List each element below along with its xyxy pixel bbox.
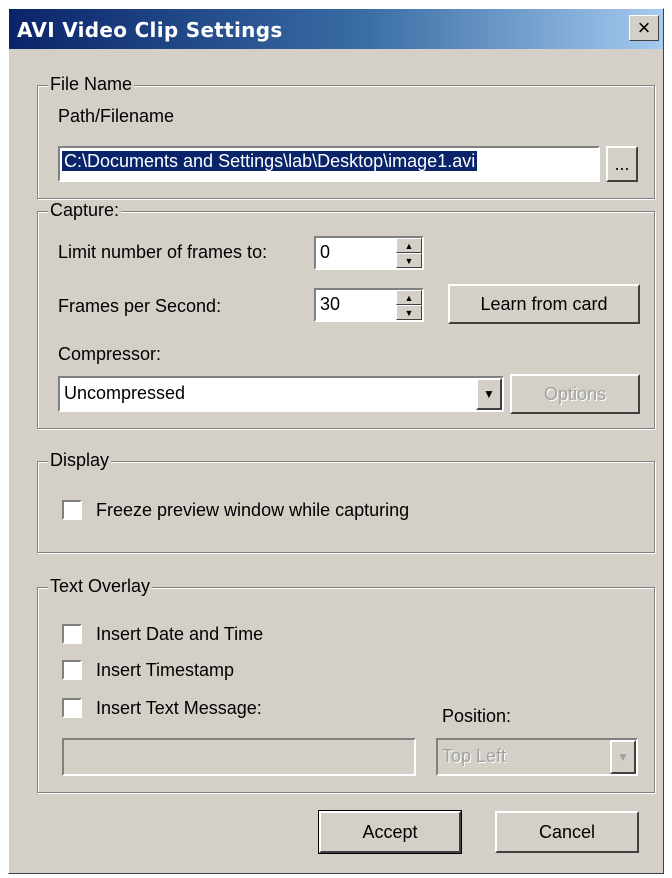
path-value: C:\Documents and Settings\lab\Desktop\im… <box>62 151 478 171</box>
insert-text-message-checkbox[interactable] <box>62 698 82 718</box>
compressor-dropdown-button[interactable]: ▼ <box>476 378 502 410</box>
position-label: Position: <box>442 706 512 726</box>
cancel-label: Cancel <box>538 821 596 842</box>
freeze-preview-label[interactable]: Freeze preview window while capturing <box>96 500 409 521</box>
freeze-preview-checkbox[interactable] <box>62 500 82 520</box>
close-icon: × <box>637 15 651 40</box>
position-dropdown-button[interactable]: ▼ <box>610 740 636 774</box>
fps-spinner[interactable]: 30 ▲ ▼ <box>314 288 424 322</box>
display-legend: Display <box>48 450 112 471</box>
insert-timestamp-label[interactable]: Insert Timestamp <box>96 660 234 681</box>
fps-value: 30 <box>320 294 341 314</box>
fps-spin-down[interactable]: ▼ <box>396 305 422 320</box>
limit-frames-label: Limit number of frames to: <box>58 242 268 262</box>
capture-group: Capture: Limit number of frames to: 0 ▲ … <box>37 200 655 429</box>
chevron-down-icon: ▼ <box>483 387 495 401</box>
learn-from-card-button[interactable]: Learn from card <box>448 284 640 324</box>
text-overlay-legend: Text Overlay <box>48 576 153 597</box>
browse-label: ... <box>614 153 630 174</box>
options-button[interactable]: Options <box>510 374 640 414</box>
limit-frames-spinner[interactable]: 0 ▲ ▼ <box>314 236 424 270</box>
position-value: Top Left <box>442 746 507 766</box>
limit-spin-up[interactable]: ▲ <box>396 238 422 253</box>
insert-date-time-checkbox[interactable] <box>62 624 82 644</box>
accept-label: Accept <box>362 821 418 842</box>
capture-legend: Capture: <box>48 200 122 221</box>
insert-timestamp-checkbox[interactable] <box>62 660 82 680</box>
up-arrow-icon: ▲ <box>404 240 414 251</box>
path-input[interactable]: C:\Documents and Settings\lab\Desktop\im… <box>58 146 600 182</box>
insert-date-time-label[interactable]: Insert Date and Time <box>96 624 263 645</box>
compressor-label: Compressor: <box>58 344 162 364</box>
compressor-value: Uncompressed <box>64 383 186 403</box>
browse-button[interactable]: ... <box>606 146 638 182</box>
insert-text-message-label[interactable]: Insert Text Message: <box>96 698 262 719</box>
text-message-input[interactable] <box>62 738 416 776</box>
learn-from-card-label: Learn from card <box>480 293 608 314</box>
text-overlay-group: Text Overlay Insert Date and Time Insert… <box>37 576 655 793</box>
position-select[interactable]: Top Left ▼ <box>436 738 638 776</box>
options-label: Options <box>543 383 607 404</box>
down-arrow-icon: ▼ <box>404 255 414 266</box>
file-name-legend: File Name <box>48 74 135 95</box>
title-bar[interactable]: AVI Video Clip Settings × <box>9 9 663 49</box>
limit-frames-value: 0 <box>320 242 331 262</box>
down-arrow-icon: ▼ <box>404 307 414 318</box>
limit-spin-down[interactable]: ▼ <box>396 253 422 268</box>
dialog-window: AVI Video Clip Settings × File Name Path… <box>8 8 664 874</box>
cancel-button[interactable]: Cancel <box>495 811 639 853</box>
window-title: AVI Video Clip Settings <box>17 18 283 42</box>
accept-button[interactable]: Accept <box>318 810 462 854</box>
fps-label: Frames per Second: <box>58 296 222 316</box>
close-button[interactable]: × <box>629 15 659 41</box>
fps-spin-up[interactable]: ▲ <box>396 290 422 305</box>
file-name-group: File Name Path/Filename C:\Documents and… <box>37 74 655 199</box>
compressor-select[interactable]: Uncompressed ▼ <box>58 376 504 412</box>
path-label: Path/Filename <box>58 106 175 126</box>
chevron-down-icon: ▼ <box>617 750 629 764</box>
display-group: Display Freeze preview window while capt… <box>37 450 655 553</box>
up-arrow-icon: ▲ <box>404 292 414 303</box>
